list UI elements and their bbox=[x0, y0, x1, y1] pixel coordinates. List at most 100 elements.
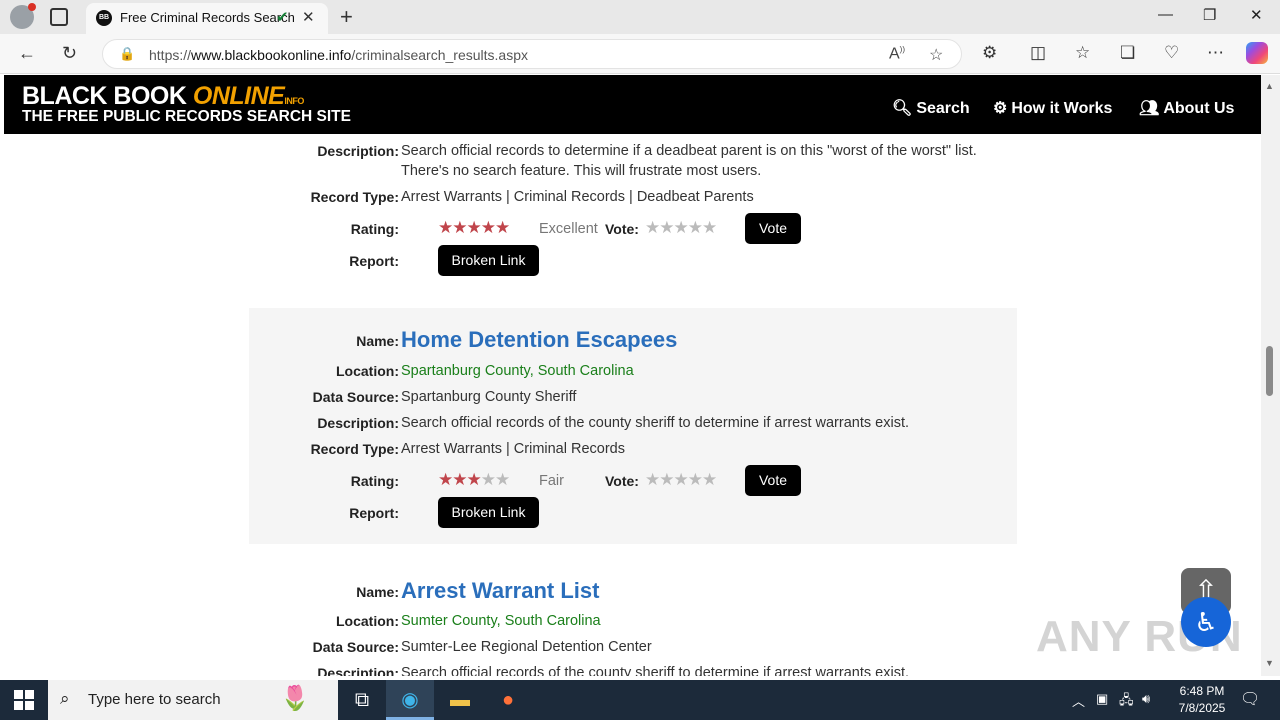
close-tab-icon[interactable]: ✕ bbox=[302, 8, 315, 26]
record-type-label: Record Type: bbox=[310, 189, 399, 205]
taskbar-search[interactable]: ⌕ Type here to search 🌷 bbox=[48, 680, 338, 720]
data-source-label: Data Source: bbox=[312, 639, 399, 655]
url-text: https://www.blackbookonline.info/crimina… bbox=[149, 47, 528, 63]
site-tagline: THE FREE PUBLIC RECORDS SEARCH SITE bbox=[22, 108, 351, 125]
description-label: Description: bbox=[317, 415, 399, 431]
record-location-link[interactable]: Spartanburg County, South Carolina bbox=[401, 363, 634, 379]
data-source-label: Data Source: bbox=[312, 389, 399, 405]
record-type: Arrest Warrants | Criminal Records | Dea… bbox=[401, 189, 754, 205]
profile-avatar-icon[interactable] bbox=[10, 3, 36, 29]
scroll-down-icon[interactable]: ▼ bbox=[1265, 658, 1274, 668]
record-card: Description: Search official records to … bbox=[249, 134, 1017, 304]
close-window-icon[interactable]: ✕ bbox=[1250, 6, 1263, 24]
windows-taskbar: ⌕ Type here to search 🌷 ⧉ ◉ ▬ ● ︿ ▣ 🖧︎ 🔊… bbox=[0, 680, 1280, 720]
record-card: Name: Arrest Warrant List Location: Sumt… bbox=[249, 554, 1017, 676]
record-data-source: Sumter-Lee Regional Detention Center bbox=[401, 639, 652, 655]
task-view-icon[interactable]: ⧉ bbox=[338, 680, 386, 720]
show-hidden-icons-icon[interactable]: ︿ bbox=[1072, 691, 1085, 710]
name-label: Name: bbox=[356, 584, 399, 600]
collections-icon[interactable]: ❏ bbox=[1120, 43, 1135, 63]
browser-tabbar: BB Free Criminal Records Search ✔ ✕ + — … bbox=[0, 0, 1280, 34]
copilot-icon[interactable] bbox=[1246, 42, 1268, 64]
restore-icon[interactable]: ❐ bbox=[1203, 6, 1216, 24]
description-label: Description: bbox=[317, 143, 399, 159]
volume-icon[interactable]: 🔊︎ bbox=[1142, 691, 1150, 707]
report-label: Report: bbox=[349, 505, 399, 521]
scrollbar-thumb[interactable] bbox=[1266, 346, 1273, 396]
page-scrollbar[interactable]: ▲ ▼ bbox=[1261, 75, 1280, 676]
minimize-icon[interactable]: — bbox=[1158, 6, 1173, 23]
vote-button[interactable]: Vote bbox=[745, 213, 801, 244]
record-name-link[interactable]: Arrest Warrant List bbox=[401, 578, 599, 604]
scroll-up-icon[interactable]: ▲ bbox=[1265, 81, 1274, 91]
taskbar-search-placeholder: Type here to search bbox=[88, 691, 221, 708]
browser-essentials-icon[interactable]: ♡ bbox=[1164, 43, 1179, 63]
favorite-star-icon[interactable]: ☆ bbox=[929, 45, 943, 65]
vote-button[interactable]: Vote bbox=[745, 465, 801, 496]
clock-time: 6:48 PM bbox=[1179, 684, 1225, 698]
new-tab-icon[interactable]: + bbox=[340, 4, 353, 30]
rating-stars: ★★★★★ bbox=[438, 470, 510, 489]
url-field[interactable]: 🔒 https://www.blackbookonline.info/crimi… bbox=[102, 39, 962, 69]
address-toolbar: ← ↻ 🔒 https://www.blackbookonline.info/c… bbox=[0, 34, 1280, 74]
rating-label: Rating: bbox=[350, 473, 399, 489]
favorites-icon[interactable]: ☆ bbox=[1075, 43, 1090, 63]
location-label: Location: bbox=[336, 363, 399, 379]
record-data-source: Spartanburg County Sheriff bbox=[401, 389, 577, 405]
vote-stars[interactable]: ★★★★★ bbox=[645, 218, 717, 238]
file-explorer-icon[interactable]: ▬ bbox=[436, 680, 484, 720]
record-description: Search official records of the county sh… bbox=[401, 665, 909, 676]
users-icon: 👥︎ bbox=[1139, 100, 1160, 117]
record-description: Search official records to determine if … bbox=[401, 143, 977, 159]
checkmark-icon: ✔ bbox=[276, 9, 289, 26]
taskbar-clock[interactable]: 6:48 PM 7/8/2025 bbox=[1172, 683, 1232, 717]
notifications-icon[interactable]: 🗨︎ bbox=[1240, 689, 1260, 709]
rating-word: Excellent bbox=[539, 221, 598, 237]
record-type: Arrest Warrants | Criminal Records bbox=[401, 441, 625, 457]
broken-link-button[interactable]: Broken Link bbox=[438, 245, 539, 276]
windows-start-icon[interactable] bbox=[14, 690, 34, 710]
flowers-icon: 🌷 bbox=[280, 685, 310, 712]
results-content: Description: Search official records to … bbox=[4, 134, 1261, 676]
vote-stars[interactable]: ★★★★★ bbox=[645, 470, 717, 490]
split-screen-icon[interactable]: ◫ bbox=[1030, 43, 1046, 63]
search-icon: ⌕ bbox=[60, 689, 70, 708]
read-aloud-icon[interactable]: A)) bbox=[889, 45, 905, 63]
refresh-icon[interactable]: ↻ bbox=[62, 43, 77, 64]
clock-date: 7/8/2025 bbox=[1178, 701, 1226, 715]
site-info-icon[interactable]: 🔒 bbox=[119, 46, 135, 62]
description-label: Description: bbox=[317, 665, 399, 676]
rating-label: Rating: bbox=[350, 221, 399, 237]
browser-tab[interactable]: BB Free Criminal Records Search ✔ ✕ bbox=[86, 3, 328, 34]
site-favicon-icon: BB bbox=[96, 10, 112, 26]
vote-label: Vote: bbox=[605, 221, 639, 237]
accessibility-icon[interactable]: ♿︎ bbox=[1181, 597, 1231, 647]
firefox-icon[interactable]: ● bbox=[484, 680, 532, 720]
record-type-label: Record Type: bbox=[310, 441, 399, 457]
extensions-icon[interactable]: ⚙ bbox=[982, 43, 997, 63]
nav-about-us[interactable]: 👥︎ About Us bbox=[1139, 98, 1234, 118]
device-icon[interactable]: ▣ bbox=[1096, 691, 1108, 707]
back-icon[interactable]: ← bbox=[18, 43, 36, 64]
vote-label: Vote: bbox=[605, 473, 639, 489]
record-name-link[interactable]: Home Detention Escapees bbox=[401, 327, 677, 353]
search-icon: 🔍︎ bbox=[892, 100, 913, 117]
nav-how-it-works[interactable]: ⚙ How it Works bbox=[993, 98, 1112, 118]
tab-actions-icon[interactable] bbox=[50, 8, 68, 26]
location-label: Location: bbox=[336, 613, 399, 629]
rating-stars: ★★★★★ bbox=[438, 218, 510, 237]
tab-title: Free Criminal Records Search bbox=[120, 10, 295, 25]
edge-browser-icon[interactable]: ◉ bbox=[386, 680, 434, 720]
record-card: Name: Home Detention Escapees Location: … bbox=[249, 308, 1017, 544]
broken-link-button[interactable]: Broken Link bbox=[438, 497, 539, 528]
name-label: Name: bbox=[356, 333, 399, 349]
gear-icon: ⚙ bbox=[993, 100, 1008, 117]
site-header: BLACK BOOK ONLINEINFO THE FREE PUBLIC RE… bbox=[4, 75, 1261, 134]
record-description: Search official records of the county sh… bbox=[401, 415, 909, 431]
nav-search[interactable]: 🔍︎ Search bbox=[892, 98, 970, 118]
more-options-icon[interactable]: ⋯ bbox=[1207, 43, 1224, 63]
network-icon[interactable]: 🖧︎ bbox=[1119, 691, 1134, 713]
record-location-link[interactable]: Sumter County, South Carolina bbox=[401, 613, 601, 629]
site-logo[interactable]: BLACK BOOK ONLINEINFO bbox=[22, 82, 304, 111]
rating-word: Fair bbox=[539, 473, 564, 489]
